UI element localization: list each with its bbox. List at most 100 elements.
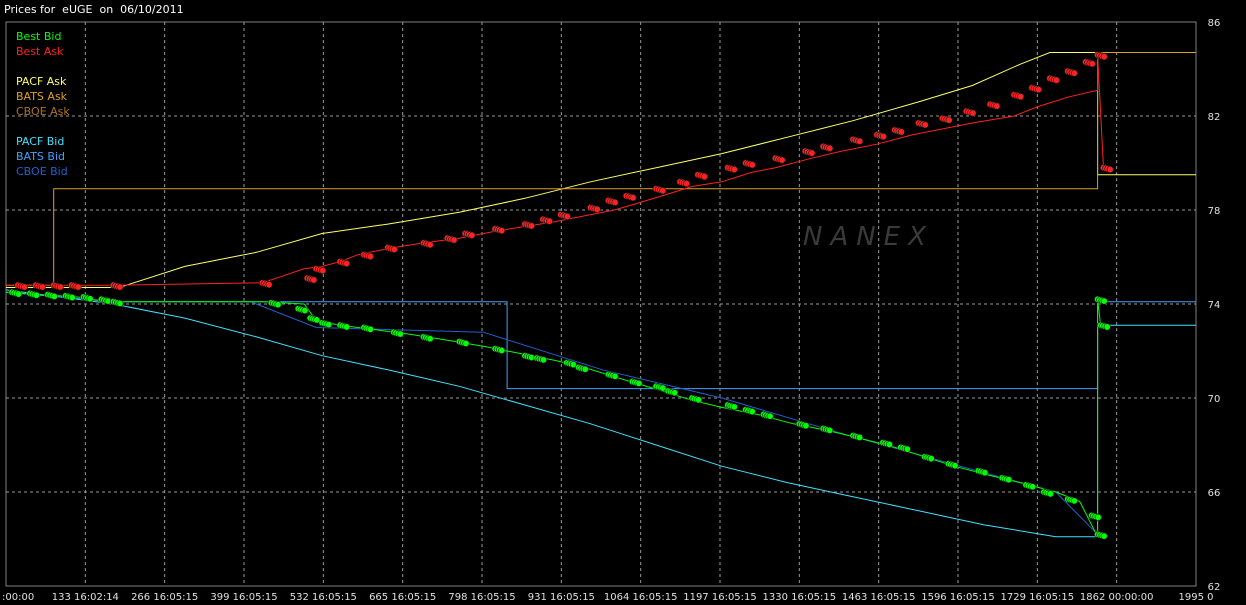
best-bid-dot — [635, 379, 643, 387]
price-chart: :00:00 133 16:02:14 266 16:05:15 399 16:05:… — [2, 18, 1221, 603]
x-tick-label: 532 16:05:15 — [290, 592, 357, 603]
best-ask-dot — [343, 259, 351, 267]
best-bid-dot — [396, 330, 404, 338]
best-bid-dot — [903, 445, 911, 453]
series-line-best-ask — [6, 54, 1104, 286]
best-bid-dot — [50, 292, 58, 300]
best-bid-dot — [856, 433, 864, 441]
best-ask-dot — [993, 102, 1001, 110]
best-ask-dot — [945, 116, 953, 124]
best-ask-dot — [38, 283, 46, 291]
best-bid-dot — [951, 462, 959, 470]
series-line-bats-ask — [6, 52, 1196, 286]
best-ask-dot — [74, 283, 82, 291]
best-bid-dot — [581, 365, 589, 373]
best-bid-dot — [498, 346, 506, 354]
best-ask-dot — [730, 166, 738, 174]
best-bid-dot — [1046, 490, 1054, 498]
chart-window: :00:00 133 16:02:14 266 16:05:15 399 16:05:… — [0, 0, 1246, 605]
best-bid-dot — [730, 403, 738, 411]
best-ask-dot — [468, 231, 476, 239]
x-tick-label: 1596 16:05:15 — [921, 592, 995, 603]
series-layer — [5, 52, 1196, 538]
best-bid-dot — [1103, 323, 1111, 331]
best-ask-dot — [1100, 53, 1108, 61]
best-ask-dot — [659, 187, 667, 195]
x-tick-label: 399 16:05:15 — [210, 592, 277, 603]
grid-layer — [5, 21, 1197, 587]
best-ask-dot — [498, 227, 506, 235]
best-bid-dot — [32, 291, 40, 299]
legend-best-ask: Best Ask — [16, 45, 64, 58]
legend-bats-ask: BATS Ask — [16, 90, 68, 103]
best-ask-dot — [611, 198, 619, 206]
best-bid-dot — [1100, 297, 1108, 305]
best-ask-dot — [450, 236, 458, 244]
x-tick-label: 1197 16:05:15 — [683, 592, 757, 603]
best-ask-dot — [1035, 86, 1043, 94]
best-ask-dot — [1106, 166, 1114, 174]
best-ask-dot — [593, 205, 601, 213]
best-ask-dot — [265, 281, 273, 289]
best-bid-dot — [1100, 532, 1108, 540]
legend-pacf-bid: PACF Bid — [16, 135, 65, 148]
series-line-pacf-ask — [6, 52, 1196, 288]
best-bid-dot — [695, 396, 703, 404]
x-tick-label: 1729 16:05:15 — [1001, 592, 1075, 603]
best-bid-dot — [116, 299, 124, 307]
best-ask-dot — [748, 161, 756, 169]
x-tick-label: 931 16:05:15 — [528, 592, 595, 603]
best-ask-dot — [1088, 60, 1096, 68]
best-ask-dot — [1070, 69, 1078, 77]
best-ask-dot — [310, 276, 318, 284]
best-bid-dot — [885, 440, 893, 448]
best-ask-dot — [701, 173, 709, 181]
legend-bats-bid: BATS Bid — [16, 150, 66, 163]
best-bid-dot — [748, 408, 756, 416]
best-bid-dot — [539, 356, 547, 364]
best-ask-dot — [319, 267, 327, 275]
best-ask-dot — [808, 149, 816, 157]
best-ask-dot — [1052, 76, 1060, 84]
best-bid-dot — [1070, 497, 1078, 505]
best-ask-dot — [366, 252, 374, 260]
x-tick-label: 665 16:05:15 — [369, 592, 436, 603]
x-tick-label: 1064 16:05:15 — [604, 592, 678, 603]
y-tick-label: 78 — [1208, 206, 1221, 217]
best-ask-dot — [1017, 93, 1025, 101]
best-bid-dot — [426, 335, 434, 343]
best-ask-dot — [563, 213, 571, 221]
x-tick-label: 133 16:02:14 — [52, 592, 119, 603]
legend-pacf-ask: PACF Ask — [16, 75, 67, 88]
best-bid-dot — [462, 339, 470, 347]
best-bid-dot — [927, 455, 935, 463]
best-bid-dot — [86, 295, 94, 303]
best-ask-dot — [879, 133, 887, 141]
best-ask-dot — [921, 121, 929, 129]
series-line-bats-bid — [5, 291, 1196, 390]
best-bid-dot — [1005, 476, 1013, 484]
best-bid-dot — [301, 306, 309, 314]
best-ask-dot — [629, 194, 637, 202]
best-ask-dot — [778, 156, 786, 164]
best-bid-dot — [68, 294, 76, 302]
series-line-best-bid — [5, 291, 1102, 537]
best-ask-dot — [856, 137, 864, 145]
best-bid-dot — [802, 422, 810, 430]
x-tick-label: 266 16:05:15 — [131, 592, 198, 603]
y-tick-label: 66 — [1208, 488, 1221, 499]
best-bid-dot — [766, 412, 774, 420]
best-ask-dot — [969, 109, 977, 117]
best-ask-dot — [426, 241, 434, 249]
x-tick-label: :00:00 — [2, 592, 34, 603]
best-ask-dot — [897, 128, 905, 136]
x-tick-label: 1330 16:05:15 — [763, 592, 837, 603]
best-bid-dot — [325, 321, 333, 329]
x-tick-label: 1463 16:05:15 — [842, 592, 916, 603]
best-ask-dot — [683, 180, 691, 188]
best-ask-dot — [545, 217, 553, 225]
best-bid-dot — [1094, 513, 1102, 521]
x-tick-label: 798 16:05:15 — [448, 592, 515, 603]
legend-cboe-ask: CBOE Ask — [16, 105, 70, 118]
y-tick-label: 86 — [1208, 18, 1221, 29]
